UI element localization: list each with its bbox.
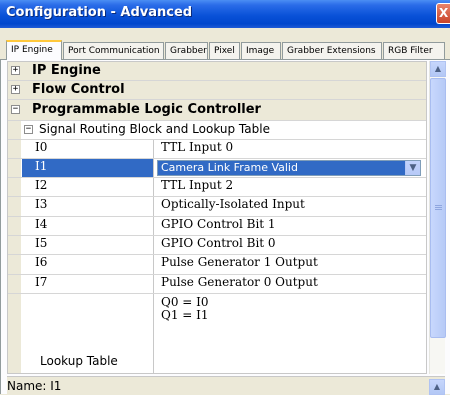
- property-name: I5: [22, 236, 154, 254]
- property-name-cell: Lookup Table: [22, 294, 154, 373]
- tab-port-communication[interactable]: Port Communication: [63, 42, 164, 60]
- row-margin: [8, 159, 21, 177]
- lookup-line: Q1 = I1: [161, 308, 209, 322]
- property-name: I1: [22, 159, 154, 177]
- category-label: IP Engine: [32, 63, 101, 78]
- property-row-i6[interactable]: I6 Pulse Generator 1 Output: [8, 255, 426, 275]
- row-margin: [8, 255, 21, 274]
- property-row-i4[interactable]: I4 GPIO Control Bit 1: [8, 217, 426, 236]
- property-name: I2: [22, 178, 154, 196]
- description-bar: Name: I1 ▲: [7, 376, 445, 395]
- property-name: I6: [22, 255, 154, 274]
- tab-ip-engine[interactable]: IP Engine: [6, 40, 62, 60]
- category-ip-engine[interactable]: + IP Engine: [8, 62, 426, 81]
- category-label: Programmable Logic Controller: [32, 102, 261, 117]
- property-name: Lookup Table: [40, 354, 118, 368]
- tab-image[interactable]: Image: [241, 42, 281, 60]
- tab-panel: + IP Engine + Flow Control − Programmabl…: [0, 59, 450, 395]
- row-margin: [8, 294, 21, 373]
- category-programmable-logic-controller[interactable]: − Programmable Logic Controller: [8, 100, 426, 121]
- grip-line: [435, 207, 442, 208]
- row-margin: [8, 121, 21, 139]
- tab-grabber[interactable]: Grabber: [165, 42, 208, 60]
- property-value[interactable]: TTL Input 2: [155, 178, 426, 196]
- value-dropdown[interactable]: Camera Link Frame Valid ▼: [157, 160, 421, 176]
- property-value[interactable]: TTL Input 0: [155, 140, 426, 158]
- property-row-i0[interactable]: I0 TTL Input 0: [8, 140, 426, 159]
- dropdown-selected-value: Camera Link Frame Valid: [161, 161, 298, 174]
- vertical-scrollbar[interactable]: ▲: [429, 61, 446, 374]
- property-value[interactable]: Pulse Generator 1 Output: [155, 255, 426, 274]
- property-grid: + IP Engine + Flow Control − Programmabl…: [7, 61, 427, 374]
- row-margin: [8, 275, 21, 293]
- configuration-window: Configuration - Advanced X IP Engine Por…: [0, 0, 450, 395]
- expand-icon[interactable]: +: [11, 66, 20, 75]
- property-name: I0: [22, 140, 154, 158]
- tab-grabber-extensions[interactable]: Grabber Extensions: [282, 42, 382, 60]
- property-row-lookup-table[interactable]: Lookup Table Q0 = I0 Q1 = I1: [8, 294, 426, 373]
- window-title: Configuration - Advanced: [6, 5, 193, 20]
- property-name: I4: [22, 217, 154, 235]
- property-row-i2[interactable]: I2 TTL Input 2: [8, 178, 426, 197]
- property-row-i1[interactable]: I1 Camera Link Frame Valid ▼: [8, 159, 426, 178]
- collapse-icon[interactable]: −: [11, 105, 20, 114]
- tab-strip: IP Engine Port Communication Grabber Pix…: [0, 40, 450, 60]
- grip-line: [435, 209, 442, 210]
- lookup-table-value[interactable]: Q0 = I0 Q1 = I1: [155, 294, 426, 373]
- row-margin: [8, 217, 21, 235]
- row-margin: [8, 140, 21, 158]
- title-bar[interactable]: Configuration - Advanced X: [0, 0, 450, 28]
- grip-line: [435, 205, 442, 206]
- chevron-down-icon[interactable]: ▼: [405, 161, 420, 175]
- tab-pixel[interactable]: Pixel: [209, 42, 240, 60]
- row-margin: [8, 236, 21, 254]
- property-value[interactable]: Optically-Isolated Input: [155, 197, 426, 216]
- status-name-label: Name: I1: [7, 379, 62, 393]
- scroll-thumb[interactable]: [430, 78, 446, 338]
- category-flow-control[interactable]: + Flow Control: [8, 81, 426, 100]
- row-margin: [8, 197, 21, 216]
- property-name: I3: [22, 197, 154, 216]
- scroll-up-arrow-icon[interactable]: ▲: [430, 61, 446, 77]
- close-button[interactable]: X: [436, 3, 450, 24]
- category-label: Flow Control: [32, 82, 125, 97]
- property-row-i7[interactable]: I7 Pulse Generator 0 Output: [8, 275, 426, 294]
- property-name: I7: [22, 275, 154, 293]
- property-row-i3[interactable]: I3 Optically-Isolated Input: [8, 197, 426, 217]
- property-value[interactable]: Pulse Generator 0 Output: [155, 275, 426, 293]
- subcategory-label: Signal Routing Block and Lookup Table: [39, 122, 270, 136]
- scroll-up-arrow-icon[interactable]: ▲: [429, 379, 445, 395]
- property-row-i5[interactable]: I5 GPIO Control Bit 0: [8, 236, 426, 255]
- tab-rgb-filter[interactable]: RGB Filter: [383, 42, 445, 60]
- row-margin: [8, 178, 21, 196]
- property-value[interactable]: GPIO Control Bit 1: [155, 217, 426, 235]
- expand-icon[interactable]: +: [11, 85, 20, 94]
- collapse-icon[interactable]: −: [24, 125, 33, 134]
- subcategory-signal-routing[interactable]: − Signal Routing Block and Lookup Table: [8, 121, 426, 140]
- property-value[interactable]: GPIO Control Bit 0: [155, 236, 426, 254]
